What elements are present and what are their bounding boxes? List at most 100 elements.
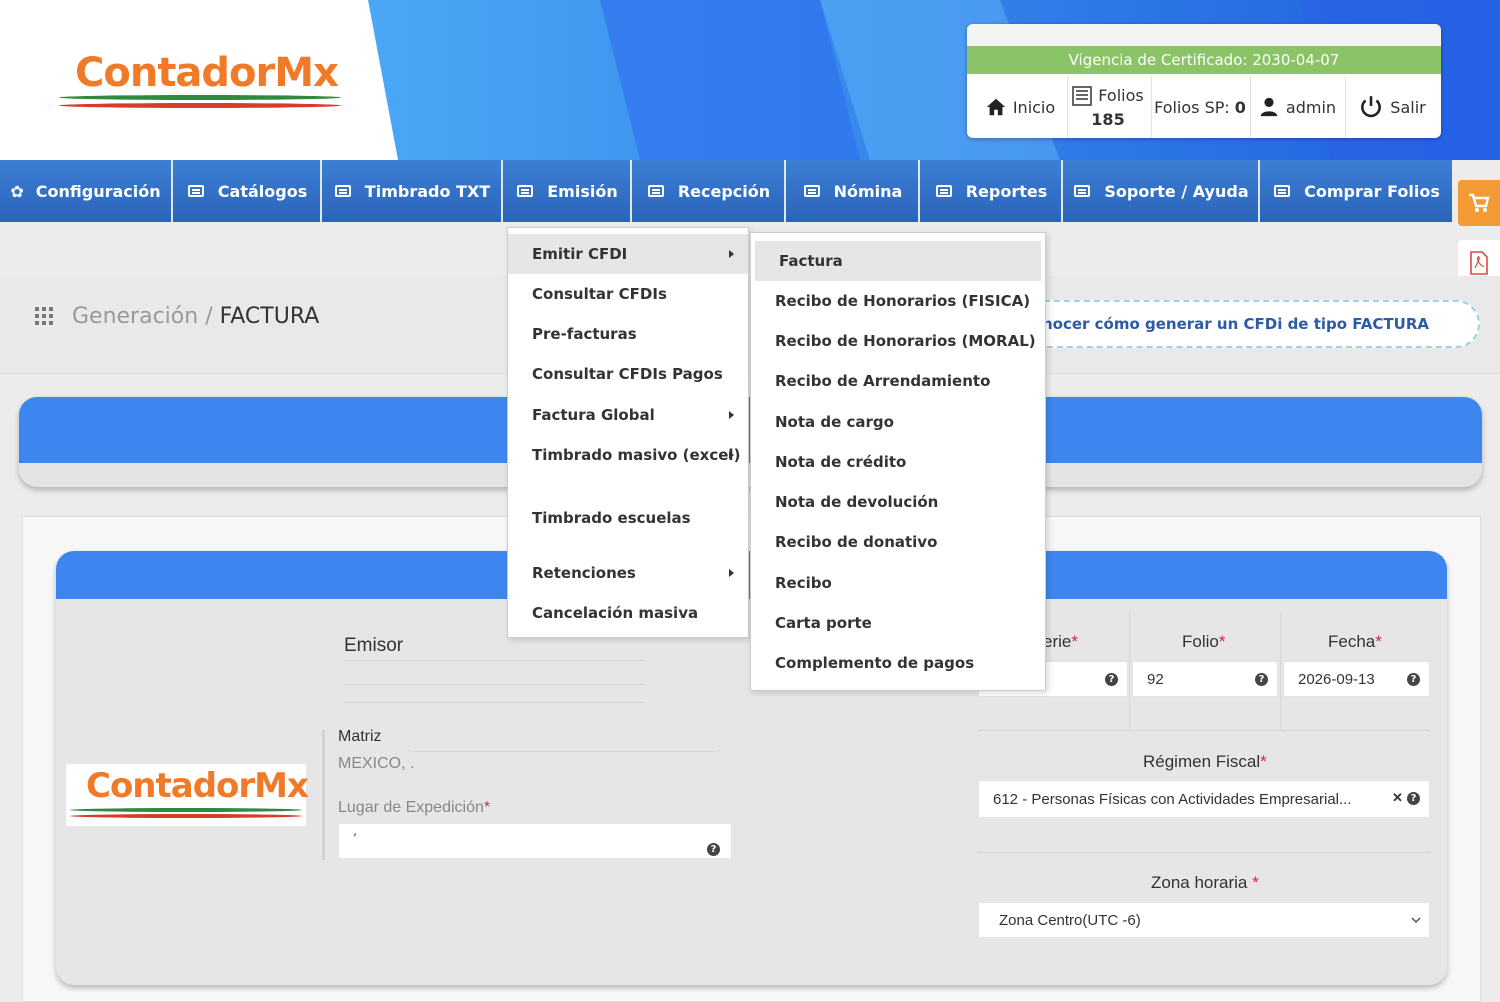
menu-item-pre-facturas[interactable]: Pre-facturas (508, 314, 748, 354)
help-icon[interactable]: ? (707, 843, 720, 856)
submenu-item-honorarios-moral[interactable]: Recibo de Honorarios (MORAL) (751, 321, 1045, 361)
list-icon (647, 185, 664, 197)
submenu-item-arrendamiento[interactable]: Recibo de Arrendamiento (751, 361, 1045, 401)
menu-item-timbrado-escuelas[interactable]: Timbrado escuelas (508, 498, 748, 538)
main-navigation: ✿ Configuración Catálogos Timbrado TXT E… (0, 160, 1452, 222)
menu-item-label: Consultar CFDIs (532, 285, 667, 303)
nav-recepcion[interactable]: Recepción (634, 160, 786, 222)
submenu-item-complemento-pagos[interactable]: Complemento de pagos (751, 643, 1045, 683)
zona-horaria-label: Zona horaria * (1151, 873, 1259, 893)
menu-item-emitir-cfdi[interactable]: Emitir CFDI (508, 234, 748, 274)
folio-label: Folio* (1182, 632, 1225, 652)
nav-timbrado-txt[interactable]: Timbrado TXT (324, 160, 503, 222)
submenu-item-recibo-donativo[interactable]: Recibo de donativo (751, 522, 1045, 562)
submenu-item-label: Recibo de Honorarios (MORAL) (775, 332, 1036, 350)
required-mark: * (1260, 752, 1267, 771)
fecha-input[interactable]: 2026-09-13 ? (1283, 661, 1430, 697)
pdf-icon (1470, 251, 1488, 275)
list-icon (517, 185, 534, 197)
submenu-item-label: Complemento de pagos (775, 654, 975, 672)
submenu-item-nota-cargo[interactable]: Nota de cargo (751, 402, 1045, 442)
regimen-fiscal-select[interactable]: 612 - Personas Físicas con Actividades E… (978, 780, 1430, 818)
list-icon (1074, 185, 1091, 197)
caret-right-icon (729, 569, 734, 577)
home-link-label: Inicio (1012, 97, 1056, 117)
emisor-logo: ContadorMx (66, 764, 309, 826)
emitir-cfdi-submenu: Factura Recibo de Honorarios (FISICA) Re… (750, 232, 1046, 691)
zona-horaria-select[interactable]: Zona Centro(UTC -6) (978, 902, 1430, 938)
lugar-expedicion-value: ‘ (353, 832, 358, 847)
list-icon (187, 185, 204, 197)
list-icon (803, 185, 820, 197)
nav-configuracion[interactable]: ✿ Configuración (0, 160, 173, 222)
nav-label: Timbrado TXT (364, 181, 491, 201)
fecha-label-text: Fecha (1328, 632, 1376, 651)
brand-logo-text: ContadorMx (75, 50, 339, 96)
nav-emision[interactable]: Emisión (505, 160, 632, 222)
emisor-address: MEXICO, . (338, 755, 415, 772)
logo-swoosh-red (70, 814, 302, 818)
nav-label: Reportes (965, 181, 1048, 201)
menu-item-factura-global[interactable]: Factura Global (508, 395, 748, 435)
menu-item-label: Pre-facturas (532, 325, 637, 343)
logo-swoosh-red (59, 103, 341, 108)
help-icon[interactable]: ? (1407, 792, 1420, 805)
caret-right-icon (729, 411, 734, 419)
nav-reportes[interactable]: Reportes (922, 160, 1063, 222)
nav-nomina[interactable]: Nómina (788, 160, 920, 222)
divider (344, 702, 644, 703)
lugar-expedicion-text: Lugar de Expedición (338, 799, 484, 816)
divider (414, 751, 714, 752)
submenu-item-carta-porte[interactable]: Carta porte (751, 603, 1045, 643)
clear-icon[interactable]: ✕ (1392, 790, 1403, 806)
logout-button[interactable]: Salir (1347, 76, 1437, 138)
caret-right-icon (729, 451, 734, 459)
nav-comprar-folios[interactable]: Comprar Folios (1262, 160, 1452, 222)
emisor-title: Emisor (344, 635, 404, 656)
menu-item-cancelacion-masiva[interactable]: Cancelación masiva (508, 593, 748, 633)
list-icon (334, 185, 351, 197)
folios-sp-counter: Folios SP: 0 (1151, 76, 1249, 138)
brand-logo[interactable]: ContadorMx (55, 45, 345, 125)
lugar-expedicion-input[interactable]: ‘ ? (338, 823, 732, 859)
emisor-divider (322, 730, 325, 860)
cart-icon (1469, 193, 1490, 212)
breadcrumb-parent[interactable]: Generación (72, 304, 198, 329)
help-icon[interactable]: ? (1105, 673, 1118, 686)
help-link[interactable]: nocer cómo generar un CFDi de tipo FACTU… (1000, 300, 1480, 348)
zona-horaria-value: Zona Centro(UTC -6) (999, 911, 1141, 929)
menu-item-retenciones[interactable]: Retenciones (508, 553, 748, 593)
cart-button[interactable] (1458, 180, 1500, 226)
menu-item-consultar-cfdis-pagos[interactable]: Consultar CFDIs Pagos (508, 354, 748, 394)
lugar-expedicion-label: Lugar de Expedición* (338, 799, 490, 817)
submenu-item-nota-credito[interactable]: Nota de crédito (751, 442, 1045, 482)
submenu-item-factura[interactable]: Factura (755, 241, 1041, 281)
submenu-item-honorarios-fisica[interactable]: Recibo de Honorarios (FISICA) (751, 281, 1045, 321)
home-link[interactable]: Inicio (975, 76, 1065, 138)
folios-counter[interactable]: Folios 185 (1067, 76, 1149, 138)
breadcrumb-separator: / (205, 304, 213, 329)
help-icon[interactable]: ? (1407, 673, 1420, 686)
required-mark: * (483, 799, 491, 816)
submenu-item-recibo[interactable]: Recibo (751, 563, 1045, 603)
nav-label: Soporte / Ayuda (1104, 181, 1249, 201)
menu-item-label: Factura Global (532, 406, 655, 424)
regimen-fiscal-value: 612 - Personas Físicas con Actividades E… (993, 790, 1352, 808)
caret-right-icon (729, 250, 734, 258)
nav-label: Comprar Folios (1304, 181, 1440, 201)
help-icon[interactable]: ? (1255, 673, 1268, 686)
menu-item-label: Emitir CFDI (532, 245, 628, 263)
user-menu[interactable]: admin (1250, 76, 1344, 138)
nav-catalogos[interactable]: Catálogos (175, 160, 322, 222)
emision-dropdown: Emitir CFDI Consultar CFDIs Pre-facturas… (507, 227, 749, 638)
submenu-item-label: Recibo de Arrendamiento (775, 372, 991, 390)
nav-soporte-ayuda[interactable]: Soporte / Ayuda (1065, 160, 1260, 222)
menu-item-consultar-cfdis[interactable]: Consultar CFDIs (508, 274, 748, 314)
nav-label: Catálogos (217, 181, 308, 201)
list-icon (935, 185, 952, 197)
menu-item-timbrado-masivo[interactable]: Timbrado masivo (excel) (508, 435, 748, 475)
nav-label: Emisión (547, 181, 618, 201)
submenu-item-nota-devolucion[interactable]: Nota de devolución (751, 482, 1045, 522)
folio-input[interactable]: 92 ? (1132, 661, 1278, 697)
power-icon (1361, 96, 1382, 118)
